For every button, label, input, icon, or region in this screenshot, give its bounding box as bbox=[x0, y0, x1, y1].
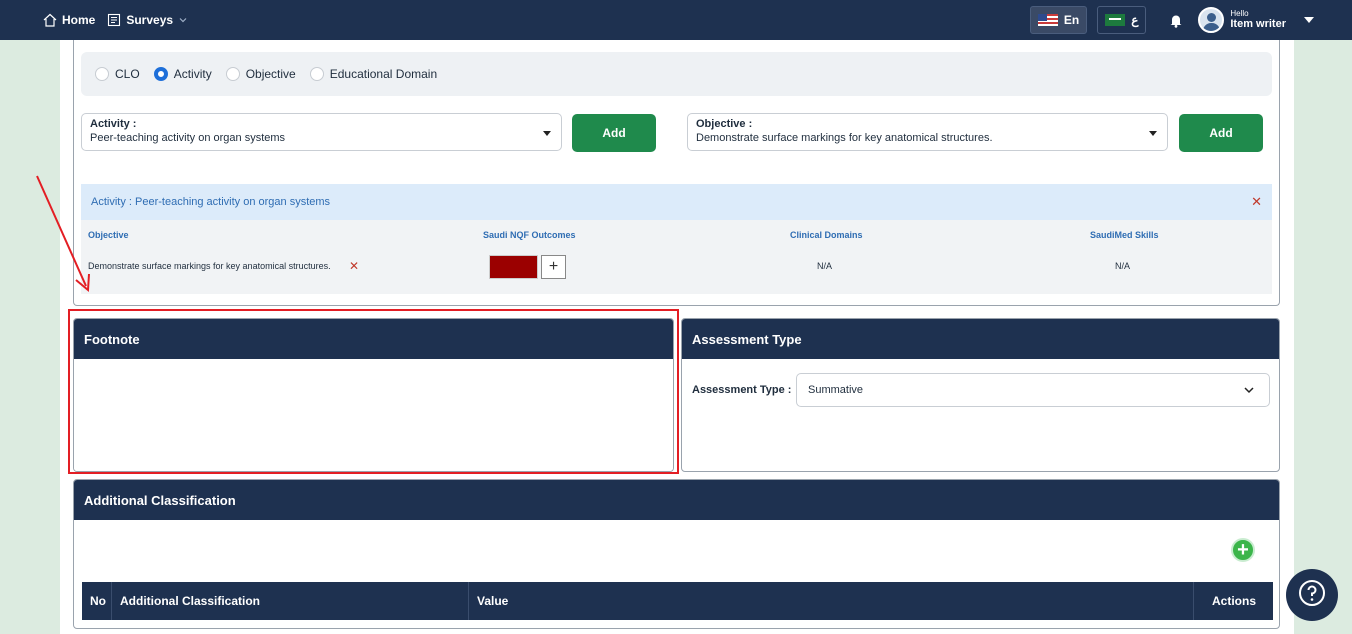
radio-label: CLO bbox=[115, 67, 140, 81]
column-header-nqf: Saudi NQF Outcomes bbox=[483, 230, 576, 240]
radio-objective[interactable]: Objective bbox=[225, 67, 296, 81]
nav-home[interactable]: Home bbox=[43, 13, 95, 27]
saudimed-skills-cell: N/A bbox=[1115, 261, 1131, 271]
classification-table-header: No Additional Classification Value Actio… bbox=[82, 582, 1273, 620]
column-header-clinical: Clinical Domains bbox=[790, 230, 863, 240]
additional-classification-card: Additional Classification + No Additiona… bbox=[73, 479, 1280, 629]
assessment-type-label: Assessment Type : bbox=[692, 384, 792, 396]
footnote-card: Footnote bbox=[73, 318, 674, 472]
survey-icon bbox=[107, 13, 121, 27]
column-header-objective: Objective bbox=[88, 230, 129, 240]
chevron-down-icon bbox=[178, 15, 188, 25]
nav-surveys[interactable]: Surveys bbox=[107, 13, 188, 27]
objective-cell: Demonstrate surface markings for key ana… bbox=[88, 261, 331, 271]
additional-classification-title: Additional Classification bbox=[74, 480, 1279, 520]
column-header-actions: Actions bbox=[1212, 594, 1257, 608]
language-ar-label: ع bbox=[1131, 13, 1139, 27]
assessment-type-card: Assessment Type Assessment Type : Summat… bbox=[681, 318, 1280, 472]
language-ar-button[interactable]: ع bbox=[1097, 6, 1147, 34]
add-classification-button[interactable]: + bbox=[1231, 538, 1255, 562]
add-nqf-outcome-button[interactable]: + bbox=[541, 255, 566, 279]
saudi-flag-icon bbox=[1105, 14, 1126, 26]
user-name: Item writer bbox=[1230, 18, 1286, 31]
radio-activity[interactable]: Activity bbox=[153, 67, 212, 81]
us-flag-icon bbox=[1037, 14, 1058, 26]
radio-indicator bbox=[309, 67, 324, 81]
nqf-outcome-swatch[interactable] bbox=[489, 255, 538, 279]
bell-icon[interactable] bbox=[1168, 12, 1184, 28]
radio-educational-domain[interactable]: Educational Domain bbox=[309, 67, 438, 81]
add-objective-button[interactable]: Add bbox=[1179, 114, 1263, 152]
radio-label: Objective bbox=[245, 67, 296, 81]
footnote-textarea[interactable] bbox=[74, 359, 673, 471]
activity-select-value: Peer-teaching activity on organ systems bbox=[90, 132, 286, 144]
mapping-type-radio-group: CLO Activity Objective Educational Domai… bbox=[81, 52, 1272, 96]
caret-down-icon bbox=[543, 131, 551, 136]
language-en-button[interactable]: En bbox=[1029, 6, 1088, 34]
user-greeting: Hello bbox=[1230, 8, 1249, 18]
footnote-title: Footnote bbox=[74, 319, 673, 359]
caret-down-icon bbox=[1304, 11, 1314, 29]
activity-select-label: Activity : bbox=[90, 118, 137, 130]
close-icon[interactable]: ✕ bbox=[1251, 194, 1262, 210]
objective-select[interactable]: Objective : Demonstrate surface markings… bbox=[687, 113, 1168, 151]
question-icon bbox=[1298, 579, 1326, 612]
nav-surveys-label: Surveys bbox=[126, 13, 174, 27]
remove-objective-icon[interactable]: ✕ bbox=[349, 259, 359, 273]
objective-select-label: Objective : bbox=[696, 118, 753, 130]
radio-clo[interactable]: CLO bbox=[95, 67, 140, 81]
caret-down-icon bbox=[1149, 131, 1157, 136]
user-menu[interactable]: Hello Item writer bbox=[1198, 7, 1314, 33]
nav-home-label: Home bbox=[62, 13, 96, 27]
column-header-no: No bbox=[82, 582, 112, 620]
home-icon bbox=[43, 13, 57, 27]
assessment-type-title: Assessment Type bbox=[682, 319, 1279, 359]
radio-indicator bbox=[153, 67, 168, 81]
radio-label: Educational Domain bbox=[329, 67, 438, 81]
chevron-down-icon bbox=[1243, 384, 1255, 399]
column-header-value: Value bbox=[469, 582, 1194, 620]
help-button[interactable] bbox=[1286, 569, 1338, 621]
column-header-classification: Additional Classification bbox=[112, 582, 469, 620]
clinical-domain-cell: N/A bbox=[817, 261, 833, 271]
objective-select-value: Demonstrate surface markings for key ana… bbox=[696, 132, 993, 144]
column-header-saudimed: SaudiMed Skills bbox=[1090, 230, 1159, 240]
radio-indicator bbox=[95, 67, 109, 81]
assessment-type-value: Summative bbox=[808, 384, 864, 396]
activity-banner: Activity : Peer-teaching activity on org… bbox=[81, 184, 1272, 220]
language-en-label: En bbox=[1063, 13, 1080, 27]
mapping-table: Objective Saudi NQF Outcomes Clinical Do… bbox=[81, 220, 1272, 294]
radio-indicator bbox=[225, 67, 240, 81]
add-activity-button[interactable]: Add bbox=[572, 114, 656, 152]
activity-banner-title: Activity : Peer-teaching activity on org… bbox=[91, 196, 331, 208]
assessment-type-select[interactable]: Summative bbox=[796, 373, 1270, 407]
top-navbar: Home Surveys En ع Hello Item writer bbox=[0, 0, 1352, 40]
radio-label: Activity bbox=[173, 67, 212, 81]
avatar bbox=[1198, 7, 1225, 33]
activity-select[interactable]: Activity : Peer-teaching activity on org… bbox=[81, 113, 562, 151]
